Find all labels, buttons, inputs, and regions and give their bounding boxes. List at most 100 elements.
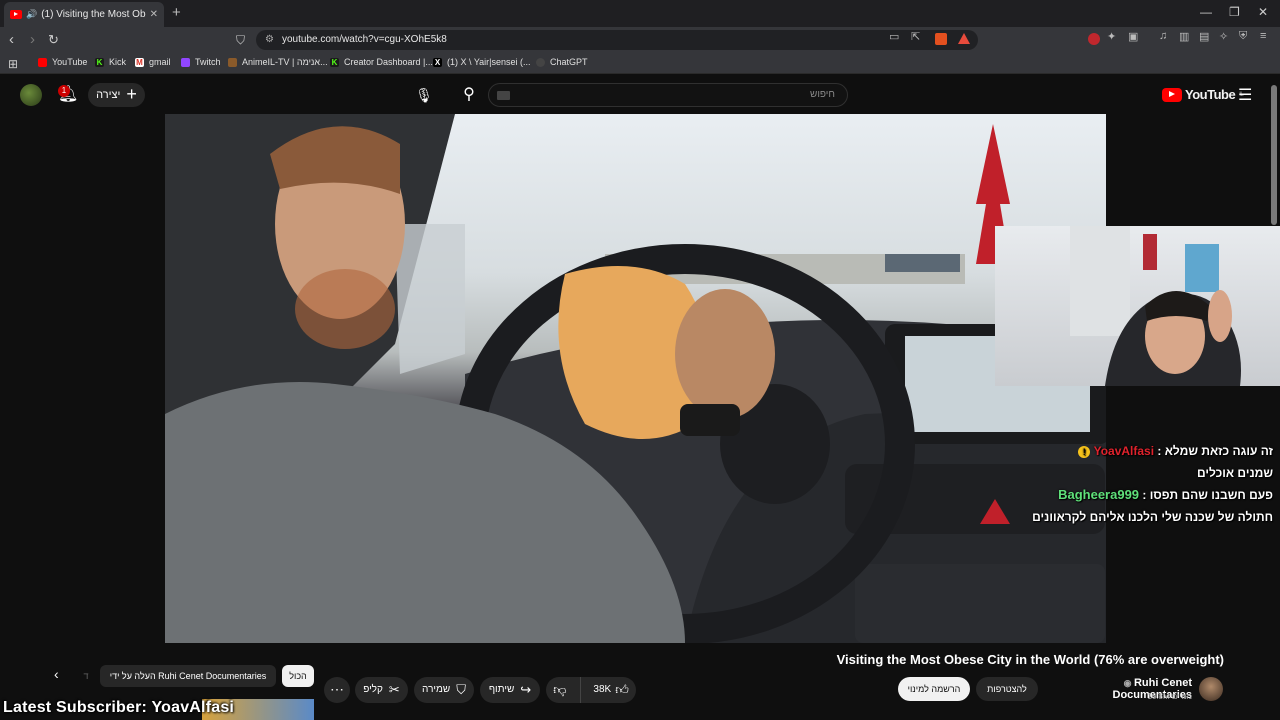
bookmark-x[interactable]: X (1) X \ Yair|sensei (... [433, 57, 531, 67]
bookmark-icon[interactable]: ⛉ [236, 31, 245, 49]
chat-message-2-cont: חתולה של שכנה שלי הלכנו אליהם לקראוונים [1032, 510, 1273, 524]
share-button[interactable]: שיתוף ↪ [480, 677, 540, 703]
kick-icon: K [330, 57, 339, 67]
account-avatar[interactable] [20, 84, 42, 106]
browser-tab[interactable]: 🔊 (1) Visiting the Most Obese C ✕ [4, 2, 164, 27]
like-dislike-group: 👎︎ 38K 👍︎ [546, 677, 636, 703]
brave-rewards-icon[interactable] [958, 33, 970, 44]
sidebar-icon[interactable]: ▥ [1179, 30, 1189, 43]
clip-button[interactable]: קליפ ✂ [355, 677, 408, 703]
media-icon[interactable]: ♫ [1159, 30, 1167, 42]
minimize-icon[interactable]: — [1200, 5, 1212, 19]
save-button[interactable]: שמירה ⛉ [414, 677, 474, 703]
webcam-frame [1070, 226, 1241, 386]
youtube-masthead: 🔔︎ 1 יצירה + 🎙︎ ⚲ חיפוש YouTubeIL ☰ [0, 75, 1280, 115]
forward-icon[interactable]: › [30, 31, 35, 49]
video-frame [165, 114, 1106, 643]
browser-toolbar: ‹ › ↻ ⛉ ⚙ youtube.com/watch?v=cgu-XOhE5k… [0, 27, 1280, 53]
dislike-button[interactable]: 👎︎ [553, 677, 582, 703]
bookmark-youtube[interactable]: YouTube [38, 57, 87, 67]
video-title: Visiting the Most Obese City in the Worl… [836, 652, 1224, 667]
chat-message-1: זה עוגה כזאת שמלא : YoavAlfasi ! [1025, 440, 1273, 462]
chevron-left-icon[interactable]: ‹ [54, 666, 59, 682]
bookmark-gmail[interactable]: Mgmail [135, 57, 171, 67]
extension-box-icon[interactable]: ▣ [1128, 30, 1138, 43]
speaker-icon[interactable]: 🔊 [26, 9, 37, 20]
scissors-icon: ✂ [388, 682, 400, 697]
youtube-favicon-icon [10, 10, 22, 19]
leo-ai-icon[interactable]: ✧ [1219, 30, 1228, 43]
restore-icon[interactable]: ❐ [1229, 5, 1240, 19]
page-scrollbar[interactable] [1271, 85, 1277, 225]
cast-icon[interactable]: ▭ [889, 30, 899, 43]
streamer-webcam [995, 226, 1280, 386]
chat-message-1-cont: שמנים אוכלים [1197, 466, 1273, 480]
search-input[interactable]: חיפוש [488, 83, 848, 107]
brave-shields-icon[interactable] [935, 33, 947, 45]
like-count: 38K [593, 684, 612, 695]
bookmark-creator-dashboard[interactable]: K Creator Dashboard |... [330, 57, 433, 67]
notification-badge: 1 [58, 85, 70, 97]
chatgpt-icon [536, 57, 545, 67]
tab-title: (1) Visiting the Most Obese C [41, 9, 146, 20]
url-text: youtube.com/watch?v=cgu-XOhE5k8 [282, 34, 447, 45]
chat-message-text: זה עוגה כזאת שמלא : [1157, 444, 1273, 458]
extensions-icon[interactable]: ✦ [1107, 30, 1116, 43]
youtube-icon [38, 57, 47, 67]
chat-message-text: פעם חשבנו שהם תפסו : [1142, 488, 1273, 502]
voice-search-mic-icon[interactable]: 🎙︎ [412, 83, 436, 107]
video-player[interactable] [165, 114, 1106, 643]
subscribe-button[interactable]: הרשמה למינוי [898, 677, 970, 701]
x-icon: X [433, 57, 442, 67]
search-icon[interactable]: ⚲ [452, 83, 486, 107]
verified-icon: ◉ [1123, 678, 1134, 688]
chip-all[interactable]: הכול [282, 665, 314, 687]
guide-menu-icon[interactable]: ☰ [1238, 85, 1252, 105]
browser-tab-bar: 🔊 (1) Visiting the Most Obese C ✕ + — ❐ … [0, 0, 1280, 27]
back-icon[interactable]: ‹ [9, 31, 14, 49]
create-label: יצירה [96, 89, 121, 101]
chip-uploaded-by[interactable]: העלה על ידי Ruhi Cenet Documentaries [100, 665, 276, 687]
chat-username: YoavAlfasi [1093, 444, 1155, 458]
site-settings-icon[interactable]: ⚙ [265, 30, 274, 50]
vpn-shield-icon[interactable]: ⛨ [1239, 30, 1247, 43]
share-arrow-icon: ↪ [520, 682, 532, 697]
bookmark-kick[interactable]: K Kick [95, 57, 126, 67]
new-tab-button[interactable]: + [172, 4, 181, 21]
animeil-icon [228, 57, 237, 67]
like-button[interactable]: 38K 👍︎ [587, 677, 628, 703]
plus-icon: + [126, 84, 137, 104]
bookmark-animeil[interactable]: AnimeIL-TV | אנימה... [228, 57, 328, 67]
chat-message-2: פעם חשבנו שהם תפסו : Bagheera999 [1025, 484, 1273, 506]
bookmark-chatgpt[interactable]: ChatGPT [536, 57, 588, 67]
kick-icon: K [95, 57, 104, 67]
channel-avatar[interactable] [1199, 677, 1223, 701]
extension-red-icon[interactable] [1088, 33, 1100, 45]
bookmark-save-icon: ⛉ [456, 682, 466, 697]
more-actions-icon[interactable]: ⋯ [324, 677, 350, 703]
thumbs-down-icon: 👎︎ [553, 682, 567, 697]
close-tab-icon[interactable]: ✕ [150, 9, 158, 20]
bookmarks-bar: ⊞ YouTube K Kick Mgmail Twitch AnimeIL-TV… [0, 53, 1280, 74]
latest-subscriber-overlay: Latest Subscriber: YoavAlfasi [3, 699, 235, 716]
reload-icon[interactable]: ↻ [48, 31, 59, 49]
bookmark-twitch[interactable]: Twitch [181, 57, 221, 67]
search-placeholder: חיפוש [810, 89, 835, 100]
share-label: שיתוף [488, 684, 515, 695]
menu-icon[interactable]: ≡ [1260, 30, 1266, 42]
apps-grid-icon[interactable]: ⊞ [8, 55, 18, 73]
share-page-icon[interactable]: ⇱ [911, 30, 920, 43]
close-window-icon[interactable]: ✕ [1258, 5, 1268, 19]
wallet-icon[interactable]: ▤ [1199, 30, 1209, 43]
address-bar[interactable]: ⚙ youtube.com/watch?v=cgu-XOhE5k8 [256, 30, 978, 50]
save-label: שמירה [422, 684, 451, 695]
chip-previous-partial[interactable]: ד [78, 665, 94, 687]
keyboard-icon[interactable] [497, 91, 510, 100]
twitch-icon [181, 57, 190, 67]
subscriber-count: 16.8M מנויים [1147, 692, 1192, 701]
join-button[interactable]: להצטרפות [976, 677, 1038, 701]
stream-chat-overlay: זה עוגה כזאת שמלא : YoavAlfasi ! שמנים א… [1025, 440, 1273, 528]
create-button[interactable]: יצירה + [88, 83, 145, 107]
thumbs-up-icon: 👍︎ [615, 682, 629, 697]
youtube-logo[interactable]: YouTube IL [1162, 87, 1244, 102]
